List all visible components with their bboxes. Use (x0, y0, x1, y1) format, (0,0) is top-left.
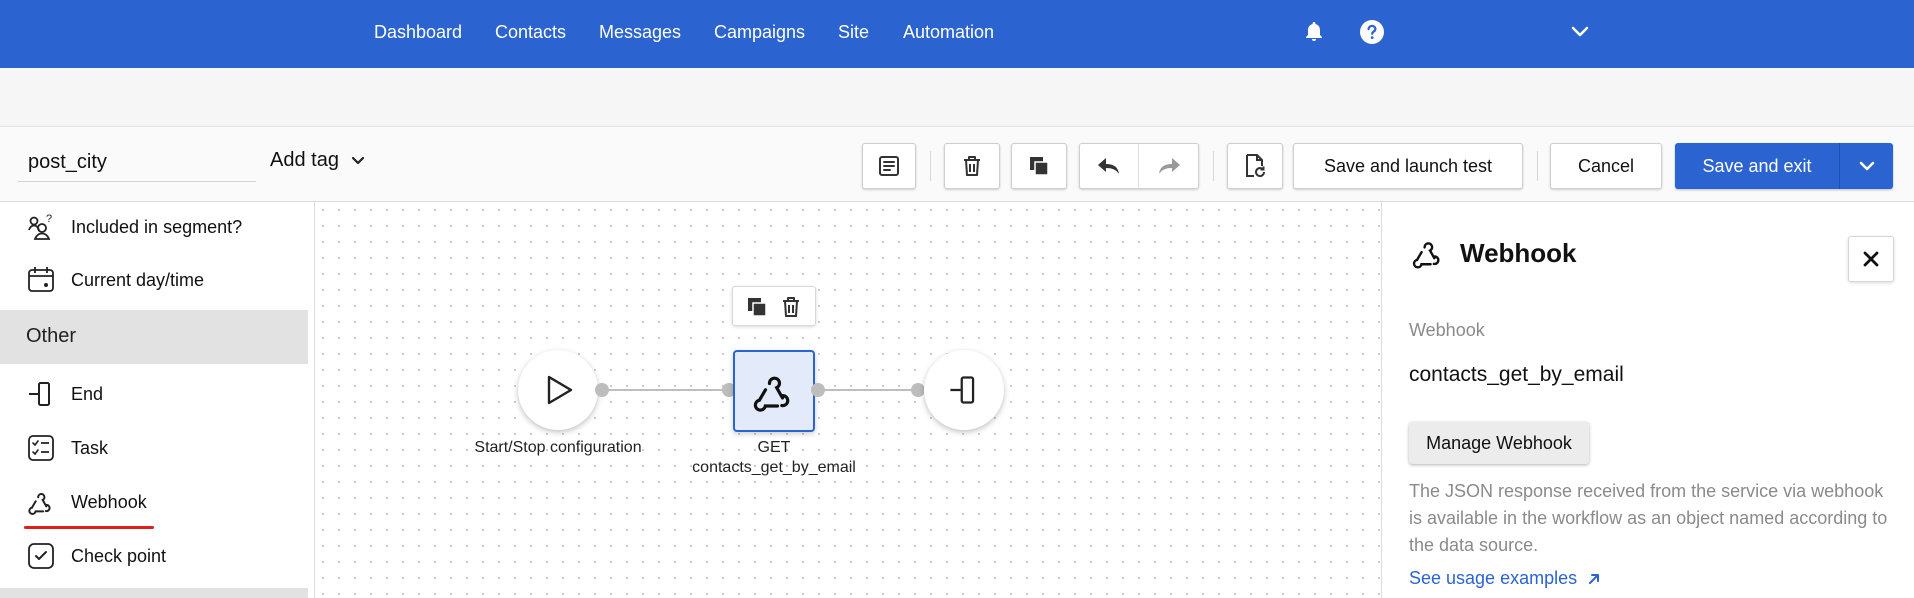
cancel-button[interactable]: Cancel (1550, 143, 1662, 189)
close-icon (1863, 251, 1879, 267)
palette-section-other: Other (0, 310, 308, 364)
save-and-launch-test-label: Save and launch test (1323, 155, 1493, 176)
add-tag-label: Add tag (270, 149, 339, 171)
webhook-node-selected[interactable] (733, 350, 815, 432)
webhook-description: The JSON response received from the serv… (1409, 481, 1888, 555)
redo-icon (1158, 158, 1180, 174)
save-and-launch-test-button[interactable]: Save and launch test (1293, 143, 1523, 189)
copy-icon (1030, 157, 1049, 176)
end-icon (26, 379, 56, 409)
sub-header-bar (0, 68, 1914, 127)
duplicate-node-button[interactable] (743, 293, 771, 321)
palette-next-section (0, 588, 308, 598)
bell-icon[interactable] (1300, 18, 1328, 46)
palette-item-current-day-time[interactable]: Current day/time (0, 255, 308, 305)
redo-button[interactable] (1139, 144, 1198, 188)
trash-icon (783, 297, 799, 317)
external-link-arrow-icon (1589, 573, 1600, 584)
palette-item-label: Task (71, 437, 109, 458)
svg-text:?: ? (46, 213, 52, 225)
checkpoint-icon (26, 541, 56, 571)
palette-item-label: Current day/time (71, 269, 205, 290)
cancel-label: Cancel (1577, 155, 1635, 176)
webhook-node-method: GET (757, 439, 791, 456)
segment-question-icon: ? (26, 212, 56, 242)
save-and-exit-button[interactable]: Save and exit (1675, 143, 1839, 189)
panel-title: Webhook (1460, 238, 1577, 268)
help-icon[interactable] (1358, 18, 1386, 46)
undo-icon (1098, 158, 1119, 174)
palette-item-label: Check point (71, 545, 167, 566)
block-palette: ? Included in segment? Current day/time … (0, 202, 308, 598)
webhook-icon (1412, 242, 1440, 269)
palette-item-end[interactable]: End (0, 369, 308, 419)
play-icon (547, 375, 573, 405)
webhook-icon (26, 487, 56, 517)
nav-campaigns[interactable]: Campaigns (714, 22, 805, 43)
usage-examples-label: See usage examples (1409, 568, 1578, 588)
add-tag-dropdown[interactable]: Add tag (270, 149, 365, 172)
nav-automation[interactable]: Automation (903, 22, 994, 43)
trash-icon (964, 156, 980, 176)
webhook-field-value: contacts_get_by_email (1409, 363, 1624, 386)
palette-item-included-in-segment[interactable]: ? Included in segment? (0, 202, 308, 252)
save-exit-split-button: Save and exit (1675, 143, 1893, 189)
undo-button[interactable] (1080, 144, 1140, 188)
output-port[interactable] (595, 383, 609, 397)
webhook-node-name: contacts_get_by_email (692, 459, 856, 476)
undo-redo-group (1079, 143, 1199, 189)
delete-node-button[interactable] (777, 293, 805, 321)
file-refresh-icon (1246, 154, 1266, 178)
chevron-down-icon[interactable] (1566, 18, 1594, 46)
palette-item-label: Included in segment? (71, 216, 243, 237)
nav-contacts[interactable]: Contacts (495, 22, 566, 43)
notes-button[interactable] (862, 143, 916, 189)
highlight-underline (24, 526, 154, 529)
notes-icon (879, 156, 899, 176)
task-list-icon (26, 433, 56, 463)
usage-examples-link[interactable]: See usage examples (1409, 568, 1601, 589)
start-stop-node-label: Start/Stop configuration (474, 439, 642, 456)
chevron-down-icon (1859, 161, 1874, 171)
palette-item-label: End (71, 383, 104, 404)
palette-item-task[interactable]: Task (0, 423, 308, 473)
start-stop-node[interactable] (518, 350, 598, 430)
nav-messages[interactable]: Messages (599, 22, 681, 43)
webhook-field-label: Webhook (1409, 320, 1485, 340)
palette-item-label: Webhook (71, 491, 147, 512)
nav-site[interactable]: Site (838, 22, 869, 43)
webhook-settings-panel: Webhook Webhook contacts_get_by_email Ma… (1381, 202, 1914, 598)
top-navigation: Dashboard Contacts Messages Campaigns Si… (0, 0, 1914, 68)
close-panel-button[interactable] (1848, 236, 1894, 282)
workflow-name-input[interactable] (18, 144, 256, 182)
delete-button[interactable] (944, 143, 1000, 189)
save-options-dropdown[interactable] (1839, 143, 1893, 189)
webhook-icon (753, 376, 790, 412)
palette-item-check-point[interactable]: Check point (0, 531, 308, 581)
duplicate-button[interactable] (1011, 143, 1067, 189)
end-node[interactable] (924, 350, 1004, 430)
webhook-node-label: GET contacts_get_by_email (692, 438, 856, 478)
palette-section-title: Other (26, 325, 77, 347)
output-port[interactable] (811, 383, 825, 397)
workflow-canvas[interactable]: Start/Stop configuration GET contacts_ge… (315, 202, 1380, 598)
end-icon (950, 376, 975, 404)
calendar-clock-icon (26, 265, 56, 295)
manage-webhook-button[interactable]: Manage Webhook (1409, 422, 1589, 464)
nav-dashboard[interactable]: Dashboard (374, 22, 462, 43)
node-actions-toolbar (732, 286, 816, 326)
input-port[interactable] (911, 383, 925, 397)
test-run-button[interactable] (1227, 143, 1283, 189)
palette-item-webhook[interactable]: Webhook (0, 477, 308, 527)
chevron-down-icon (351, 156, 365, 164)
copy-icon (748, 298, 767, 317)
workflow-toolbar: Add tag Save and launch test Cancel Save… (0, 127, 1914, 202)
